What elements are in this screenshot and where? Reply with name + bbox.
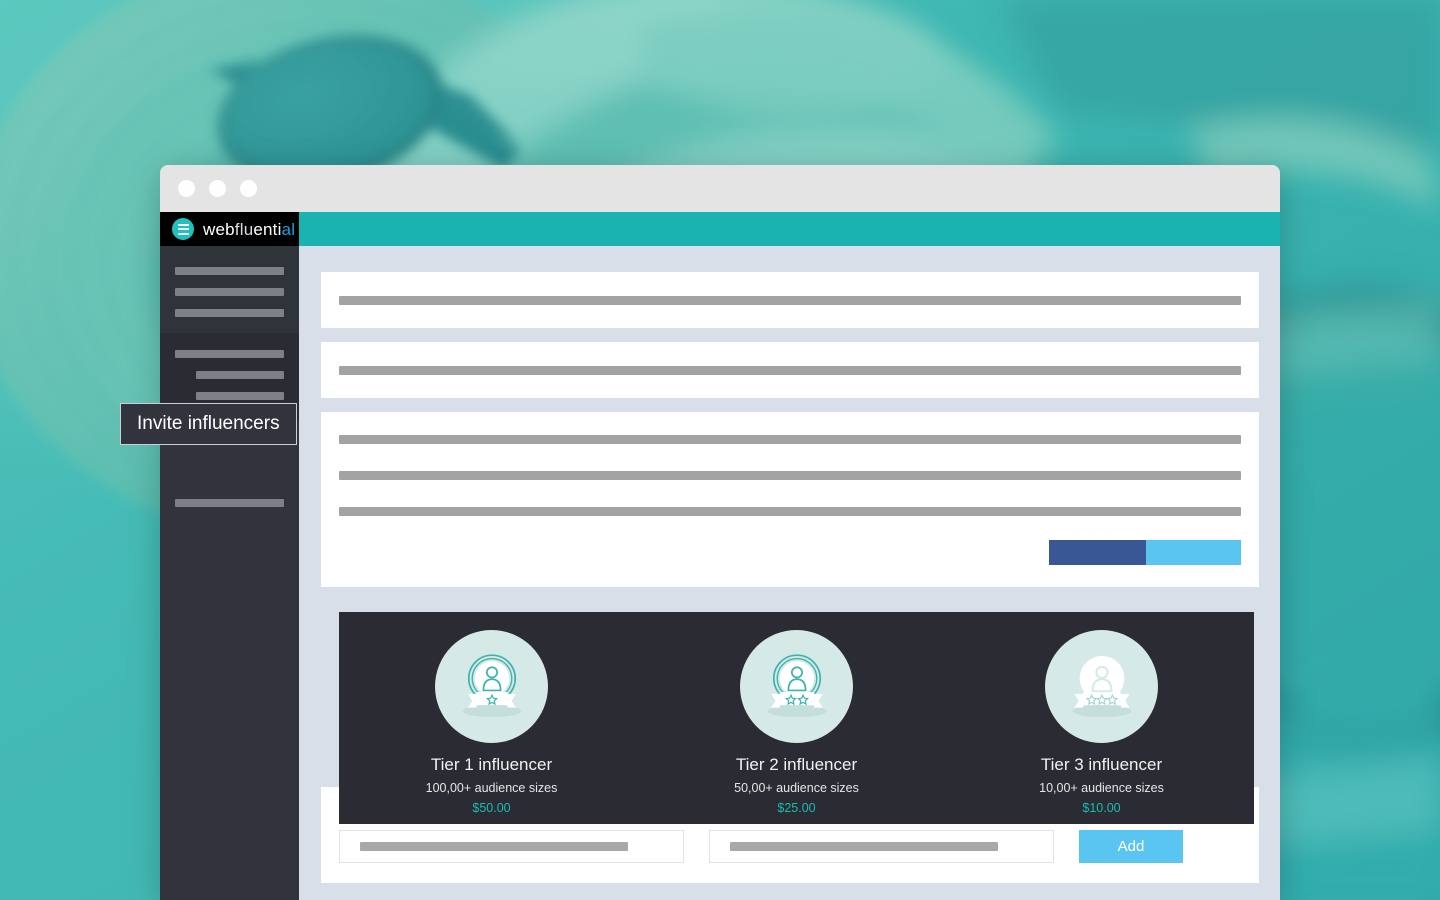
sidebar-item-2[interactable] <box>160 281 299 302</box>
tier-price: $50.00 <box>472 801 511 816</box>
sidebar-item-label <box>196 370 284 379</box>
app-top-bar <box>299 212 1280 246</box>
brand-part-1: web <box>203 219 235 239</box>
tier-title: Tier 3 influencer <box>1040 755 1163 774</box>
sidebar-item-4[interactable] <box>160 343 299 364</box>
influencer-tier-panel: Tier 1 influencer 100,00+ audience sizes… <box>339 612 1254 824</box>
tier-audience: 10,00+ audience sizes <box>1039 781 1164 796</box>
content-card-2 <box>321 342 1259 398</box>
tier-card-1[interactable]: Tier 1 influencer 100,00+ audience sizes… <box>377 630 607 815</box>
tier-card-3[interactable]: Tier 3 influencer 10,00+ audience sizes … <box>987 630 1217 815</box>
brand-logo[interactable]: webfluential <box>160 212 299 246</box>
tier-price: $10.00 <box>1082 801 1121 816</box>
primary-action-button[interactable] <box>1049 540 1146 565</box>
input-placeholder <box>730 842 998 851</box>
placeholder-line <box>339 471 1241 480</box>
screenshot-root: webfluential Add Tier 1 influencer 100,0… <box>0 0 1440 900</box>
influencer-badge-1-star-icon <box>435 630 548 743</box>
browser-chrome <box>160 165 1280 212</box>
placeholder-line <box>339 507 1241 516</box>
placeholder-line <box>339 435 1241 444</box>
browser-viewport: webfluential Add Tier 1 influencer 100,0… <box>160 212 1280 900</box>
sidebar-item-label <box>175 308 284 317</box>
sidebar-item-label <box>175 498 284 507</box>
card-action-row <box>339 540 1241 565</box>
sidebar-group-upper <box>160 246 299 333</box>
tier-title: Tier 1 influencer <box>430 755 553 774</box>
influencer-badge-2-star-icon <box>740 630 853 743</box>
input-placeholder <box>360 842 628 851</box>
content-card-1 <box>321 272 1259 328</box>
sidebar-item-1[interactable] <box>160 260 299 281</box>
sidebar-item-label <box>196 391 284 400</box>
tier-price: $25.00 <box>777 801 816 816</box>
brand-wordmark: webfluential <box>203 221 295 238</box>
sidebar-item-5[interactable] <box>160 364 299 385</box>
secondary-action-button[interactable] <box>1146 540 1241 565</box>
influencer-badge-3-star-icon <box>1045 630 1158 743</box>
invite-form-row: Add <box>339 830 1241 863</box>
maximize-dot[interactable] <box>240 180 257 197</box>
tier-title: Tier 2 influencer <box>735 755 858 774</box>
sidebar-item-label <box>175 349 284 358</box>
tier-card-2[interactable]: Tier 2 influencer 50,00+ audience sizes … <box>682 630 912 815</box>
sidebar-item-3[interactable] <box>160 302 299 323</box>
sidebar-item-label <box>175 287 284 296</box>
hamburger-menu-icon[interactable] <box>172 218 194 240</box>
brand-part-3: enti <box>253 219 282 239</box>
close-dot[interactable] <box>178 180 195 197</box>
invite-email-input[interactable] <box>709 830 1054 863</box>
sidebar: webfluential <box>160 212 299 900</box>
tier-audience: 50,00+ audience sizes <box>734 781 859 796</box>
placeholder-line <box>339 296 1241 305</box>
placeholder-line <box>339 366 1241 375</box>
brand-part-2: flu <box>234 219 254 239</box>
invite-influencers-tooltip: Invite influencers <box>120 403 297 445</box>
minimize-dot[interactable] <box>209 180 226 197</box>
add-button[interactable]: Add <box>1079 830 1183 863</box>
sidebar-item-label <box>175 266 284 275</box>
brand-part-4: al <box>281 219 296 239</box>
sidebar-item-7[interactable] <box>160 492 299 513</box>
content-card-3 <box>321 412 1259 587</box>
invite-name-input[interactable] <box>339 830 684 863</box>
browser-window: webfluential Add Tier 1 influencer 100,0… <box>160 165 1280 900</box>
tier-audience: 100,00+ audience sizes <box>425 781 558 796</box>
